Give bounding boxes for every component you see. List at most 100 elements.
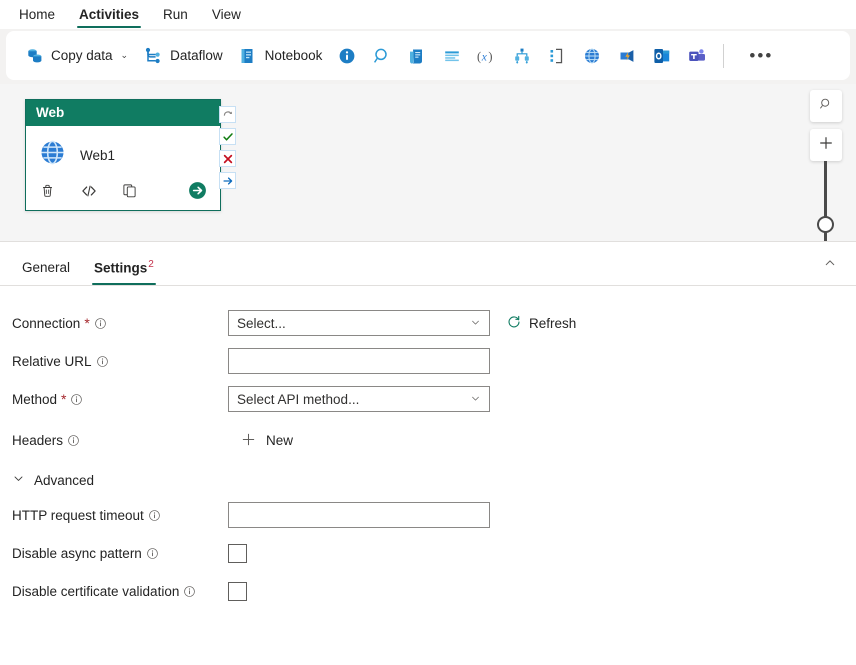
code-icon[interactable] bbox=[79, 181, 98, 200]
chevron-down-icon bbox=[12, 472, 25, 488]
plus-icon bbox=[817, 134, 835, 157]
success-handle[interactable] bbox=[219, 128, 236, 145]
switch-button[interactable] bbox=[504, 39, 539, 72]
lookup-icon bbox=[371, 45, 392, 66]
notebook-button[interactable]: Notebook bbox=[230, 39, 330, 72]
node-activity-name: Web1 bbox=[80, 148, 115, 163]
chevron-down-icon bbox=[470, 317, 481, 330]
disable-certificate-validation-checkbox[interactable] bbox=[228, 582, 247, 601]
tab-settings-badge: 2 bbox=[148, 259, 154, 270]
ribbon-tab-home[interactable]: Home bbox=[8, 4, 66, 29]
disable-certificate-validation-label-group: Disable certificate validation bbox=[12, 584, 228, 599]
office365-outlook-button[interactable] bbox=[644, 39, 679, 72]
teams-button[interactable] bbox=[679, 39, 714, 72]
method-select[interactable]: Select API method... bbox=[228, 386, 490, 412]
copy-data-button[interactable]: Copy data ⌄ bbox=[16, 39, 135, 72]
method-select-value: Select API method... bbox=[237, 392, 470, 407]
globe-icon bbox=[38, 138, 67, 172]
http-request-timeout-controls bbox=[228, 502, 490, 528]
teams-icon bbox=[686, 45, 707, 66]
relative-url-row: Relative URL bbox=[0, 342, 856, 380]
disable-certificate-validation-info-icon[interactable] bbox=[183, 585, 196, 598]
script-button[interactable] bbox=[399, 39, 434, 72]
relative-url-label: Relative URL bbox=[12, 354, 92, 369]
web-button[interactable] bbox=[574, 39, 609, 72]
lookup-button[interactable] bbox=[364, 39, 399, 72]
web-activity-node[interactable]: Web Web1 bbox=[25, 99, 221, 211]
connection-controls: Select... Refresh bbox=[228, 310, 576, 336]
zoom-in-button[interactable] bbox=[810, 129, 842, 161]
skip-handle[interactable] bbox=[219, 106, 236, 123]
disable-async-pattern-row: Disable async pattern bbox=[0, 534, 856, 572]
advanced-section-toggle[interactable]: Advanced bbox=[0, 462, 856, 496]
refresh-button[interactable]: Refresh bbox=[506, 314, 576, 333]
toolbar-band: Copy data ⌄ Dataflow bbox=[0, 29, 856, 84]
tab-general-label: General bbox=[22, 260, 70, 275]
node-header-title: Web bbox=[26, 100, 220, 126]
refresh-label: Refresh bbox=[529, 316, 576, 331]
ribbon-tab-activities[interactable]: Activities bbox=[68, 4, 150, 29]
headers-info-icon[interactable] bbox=[67, 434, 80, 447]
ribbon-tab-strip: Home Activities Run View bbox=[0, 0, 856, 29]
duplicate-icon[interactable] bbox=[120, 181, 139, 200]
connection-label-group: Connection * bbox=[12, 316, 228, 331]
disable-async-pattern-controls bbox=[228, 544, 247, 563]
connection-info-icon[interactable] bbox=[94, 317, 107, 330]
method-label-group: Method * bbox=[12, 392, 228, 407]
method-controls: Select API method... bbox=[228, 386, 490, 412]
svg-text:): ) bbox=[489, 49, 493, 63]
dataflow-button[interactable]: Dataflow bbox=[135, 39, 230, 72]
stored-procedure-icon bbox=[441, 45, 462, 66]
http-request-timeout-input[interactable] bbox=[228, 502, 490, 528]
disable-async-pattern-checkbox[interactable] bbox=[228, 544, 247, 563]
stored-procedure-button[interactable] bbox=[434, 39, 469, 72]
relative-url-info-icon[interactable] bbox=[96, 355, 109, 368]
run-arrow-icon[interactable] bbox=[187, 180, 208, 201]
script-icon bbox=[406, 45, 427, 66]
disable-certificate-validation-row: Disable certificate validation bbox=[0, 572, 856, 610]
ribbon-tab-view[interactable]: View bbox=[201, 4, 252, 29]
plus-icon bbox=[240, 431, 257, 450]
collapse-panel-button[interactable] bbox=[816, 252, 844, 278]
http-request-timeout-label: HTTP request timeout bbox=[12, 508, 144, 523]
settings-form: Connection * Select... bbox=[0, 286, 856, 610]
http-request-timeout-info-icon[interactable] bbox=[148, 509, 161, 522]
tab-settings[interactable]: Settings2 bbox=[82, 257, 166, 286]
webhook-button[interactable] bbox=[609, 39, 644, 72]
connection-row: Connection * Select... bbox=[0, 304, 856, 342]
toolbar-divider bbox=[723, 44, 724, 68]
completion-handle[interactable] bbox=[219, 172, 236, 189]
set-variable-button[interactable]: ( x ) bbox=[469, 39, 504, 72]
chevron-down-icon bbox=[470, 393, 481, 406]
zoom-slider-thumb[interactable] bbox=[817, 216, 834, 233]
http-request-timeout-label-group: HTTP request timeout bbox=[12, 508, 228, 523]
disable-async-pattern-label-group: Disable async pattern bbox=[12, 546, 228, 561]
search-icon bbox=[818, 96, 834, 117]
switch-icon bbox=[511, 45, 532, 66]
relative-url-input[interactable] bbox=[228, 348, 490, 374]
web-icon bbox=[581, 45, 602, 66]
add-header-label: New bbox=[266, 433, 293, 448]
delete-icon[interactable] bbox=[38, 181, 57, 200]
tab-general[interactable]: General bbox=[10, 260, 82, 285]
copy-data-icon bbox=[23, 45, 44, 66]
add-header-button[interactable]: New bbox=[228, 431, 293, 450]
connection-required-marker: * bbox=[84, 318, 89, 328]
svg-text:x: x bbox=[481, 51, 487, 63]
method-info-icon[interactable] bbox=[70, 393, 83, 406]
info-activity-button[interactable] bbox=[329, 39, 364, 72]
chevron-up-icon bbox=[823, 256, 837, 275]
disable-async-pattern-info-icon[interactable] bbox=[146, 547, 159, 560]
ribbon-tab-run[interactable]: Run bbox=[152, 4, 199, 29]
node-action-bar bbox=[26, 178, 220, 210]
chevron-down-icon[interactable]: ⌄ bbox=[121, 50, 129, 61]
connection-select[interactable]: Select... bbox=[228, 310, 490, 336]
more-options-button[interactable]: ••• bbox=[733, 39, 789, 72]
disable-certificate-validation-controls bbox=[228, 582, 247, 601]
dataflow-icon bbox=[142, 45, 163, 66]
failure-handle[interactable] bbox=[219, 150, 236, 167]
if-condition-button[interactable] bbox=[539, 39, 574, 72]
zoom-to-fit-button[interactable] bbox=[810, 90, 842, 122]
pipeline-canvas[interactable]: Web Web1 bbox=[0, 84, 856, 242]
notebook-label: Notebook bbox=[265, 48, 323, 63]
